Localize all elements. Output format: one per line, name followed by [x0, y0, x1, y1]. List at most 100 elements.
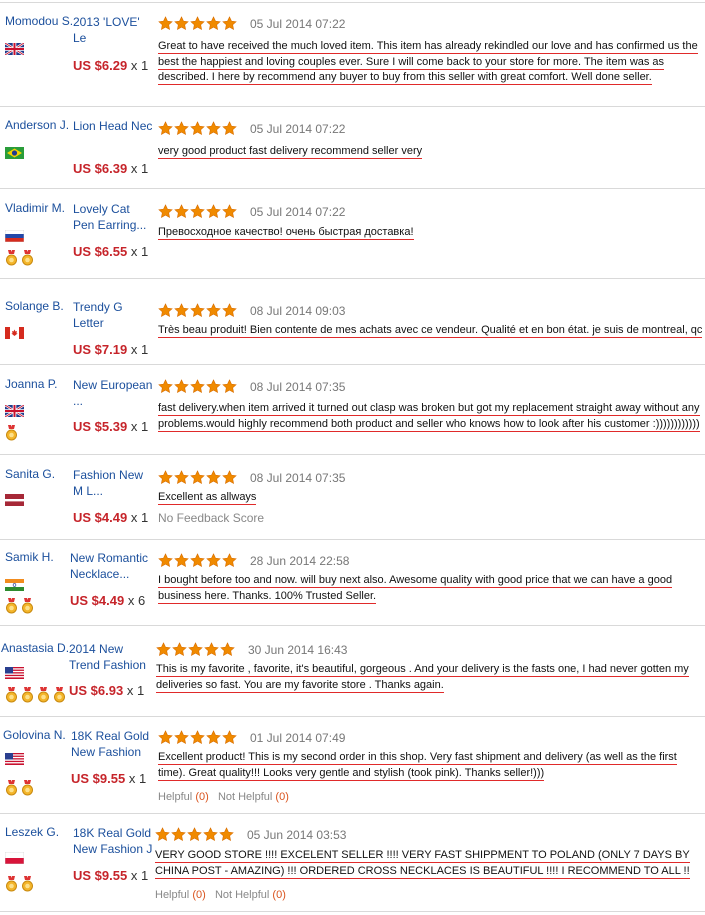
not-helpful-link[interactable]: Not Helpful (0) [215, 889, 286, 901]
star-icon [222, 303, 237, 318]
star-icon [190, 204, 205, 219]
star-icon [158, 730, 173, 745]
feedback-text-content: VERY GOOD STORE !!!! EXCELENT SELLER !!!… [155, 849, 690, 879]
feedback-row: Sanita G. Fashion New M L... US $4.49 x 1 0… [0, 455, 705, 540]
feedback-text-content: fast delivery.when item arrived it turne… [158, 402, 700, 432]
star-icon [206, 121, 221, 136]
product-link[interactable]: Trendy G Letter [73, 299, 153, 331]
star-icon [174, 553, 189, 568]
product-link[interactable]: 18K Real Gold New Fashion J [73, 825, 153, 857]
buyer-medals [5, 780, 37, 796]
product-link[interactable]: 2013 'LOVE' Le [73, 14, 153, 46]
star-rating [158, 16, 238, 32]
feedback-text: VERY GOOD STORE !!!! EXCELENT SELLER !!!… [155, 848, 703, 879]
star-icon [222, 553, 237, 568]
order-price: US $4.49 x 6 [70, 593, 145, 608]
not-helpful-link[interactable]: Not Helpful (0) [218, 791, 289, 803]
feedback-date: 08 Jul 2014 07:35 [250, 380, 346, 394]
buyer-name-link[interactable]: Anastasia D. [1, 641, 69, 655]
product-link[interactable]: Fashion New M L... [73, 467, 153, 499]
feedback-row: Momodou S. 2013 'LOVE' Le US $6.29 x 1 05 J… [0, 2, 705, 107]
order-price: US $6.93 x 1 [69, 683, 144, 698]
feedback-text-content: Excellent product! This is my second ord… [158, 751, 677, 781]
star-icon [203, 827, 218, 842]
helpful-link[interactable]: Helpful (0) [158, 791, 209, 803]
medal-icon [21, 780, 34, 796]
star-icon [222, 379, 237, 394]
pl-flag-icon [5, 852, 24, 864]
star-rating [158, 303, 238, 319]
star-icon [188, 642, 203, 657]
buyer-name-link[interactable]: Solange B. [5, 299, 64, 313]
buyer-name-link[interactable]: Golovina N. [3, 728, 66, 742]
feedback-text-content: very good product fast delivery recommen… [158, 145, 423, 159]
order-quantity: x 6 [127, 593, 146, 608]
star-rating [158, 553, 238, 569]
feedback-row: Vladimir M. Lovely Cat Pen Earring... US $… [0, 189, 705, 279]
order-price: US $6.55 x 1 [73, 244, 148, 259]
ca-flag-icon [5, 327, 24, 339]
price-value: US $6.55 [73, 244, 128, 259]
feedback-row: Samik H. New Romantic Necklace... US $4.49… [0, 540, 705, 626]
star-icon [219, 827, 234, 842]
star-icon [190, 470, 205, 485]
order-quantity: x 1 [130, 419, 149, 434]
feedback-date: 08 Jul 2014 09:03 [250, 304, 346, 318]
buyer-name-link[interactable]: Momodou S. [5, 14, 73, 28]
medal-icon [5, 250, 18, 266]
order-quantity: x 1 [126, 683, 145, 698]
star-icon [172, 642, 187, 657]
buyer-medals [5, 425, 21, 441]
price-value: US $6.93 [69, 683, 124, 698]
price-value: US $9.55 [73, 868, 128, 883]
buyer-name-link[interactable]: Joanna P. [5, 377, 58, 391]
feedback-text-content: I bought before too and now. will buy ne… [158, 574, 673, 604]
star-icon [174, 16, 189, 31]
star-icon [190, 16, 205, 31]
feedback-text-content: Très beau produit! Bien contente de mes … [158, 324, 703, 338]
feedback-date: 01 Jul 2014 07:49 [250, 731, 346, 745]
star-icon [206, 730, 221, 745]
star-icon [206, 204, 221, 219]
buyer-name-link[interactable]: Leszek G. [5, 825, 59, 839]
product-link[interactable]: 18K Real Gold New Fashion Je [71, 728, 153, 760]
medal-icon [5, 687, 18, 703]
feedback-text: very good product fast delivery recommen… [158, 144, 704, 160]
product-link[interactable]: New Romantic Necklace... [70, 550, 156, 582]
product-link[interactable]: 2014 New Trend Fashion J... [69, 641, 153, 673]
buyer-name-link[interactable]: Anderson J. [5, 118, 69, 132]
order-quantity: x 1 [128, 771, 147, 786]
star-icon [206, 303, 221, 318]
star-icon [158, 379, 173, 394]
helpful-count: (0) [192, 889, 206, 901]
buyer-name-link[interactable]: Samik H. [5, 550, 54, 564]
buyer-medals [5, 250, 37, 266]
star-icon [174, 470, 189, 485]
buyer-name-link[interactable]: Vladimir M. [5, 201, 65, 215]
medal-icon [5, 598, 18, 614]
medal-icon [5, 425, 18, 441]
star-icon [158, 204, 173, 219]
helpful-link[interactable]: Helpful (0) [155, 889, 206, 901]
price-value: US $4.49 [73, 510, 128, 525]
feedback-text: This is my favorite , favorite, it's bea… [156, 662, 704, 693]
product-link[interactable]: Lion Head Nec [73, 118, 153, 134]
helpful-label: Helpful [158, 791, 193, 803]
product-link[interactable]: Lovely Cat Pen Earring... [73, 201, 153, 233]
star-icon [174, 303, 189, 318]
feedback-text: fast delivery.when item arrived it turne… [158, 401, 704, 432]
order-quantity: x 1 [130, 510, 149, 525]
buyer-name-link[interactable]: Sanita G. [5, 467, 55, 481]
price-value: US $6.39 [73, 161, 128, 176]
star-icon [206, 470, 221, 485]
medal-icon [5, 780, 18, 796]
star-rating [156, 642, 236, 658]
order-quantity: x 1 [130, 58, 149, 73]
order-price: US $7.19 x 1 [73, 342, 148, 357]
order-price: US $5.39 x 1 [73, 419, 148, 434]
star-rating [158, 379, 238, 395]
product-link[interactable]: New European ... [73, 377, 153, 409]
star-icon [190, 121, 205, 136]
star-rating [158, 730, 238, 746]
feedback-row: Solange B. Trendy G Letter US $7.19 x 1 08 … [0, 279, 705, 365]
